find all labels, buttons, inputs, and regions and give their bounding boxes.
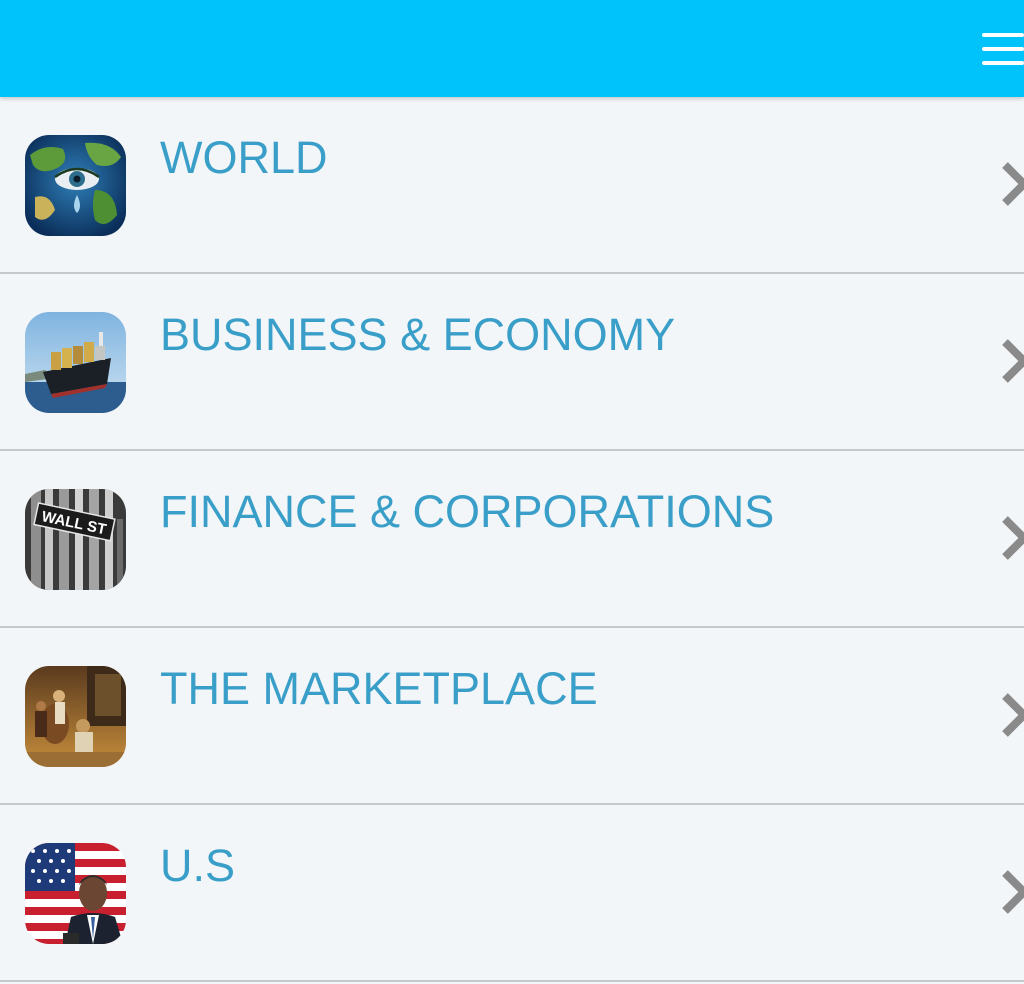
category-item-business-economy[interactable]: BUSINESS & ECONOMY (0, 274, 1024, 451)
us-flag-president-image (25, 843, 126, 944)
chevron-right-icon (1000, 161, 1024, 207)
app-header (0, 0, 1024, 97)
chevron-right-icon (1000, 338, 1024, 384)
category-label: WORLD (160, 132, 328, 183)
category-item-world[interactable]: WORLD (0, 97, 1024, 274)
chevron-right-icon (1000, 515, 1024, 561)
category-label: THE MARKETPLACE (160, 663, 598, 714)
chevron-right-icon (1000, 692, 1024, 738)
marketplace-painting-image (25, 666, 126, 767)
category-item-the-marketplace[interactable]: THE MARKETPLACE (0, 628, 1024, 805)
earth-eye-tear-image (25, 135, 126, 236)
category-item-us[interactable]: U.S (0, 805, 1024, 982)
hamburger-menu-icon[interactable] (982, 31, 1024, 67)
menu-line (982, 33, 1024, 37)
category-list: WORLD BUSINESS & ECONOMY WALL ST FINANCE… (0, 97, 1024, 982)
cargo-ship-image (25, 312, 126, 413)
category-label: FINANCE & CORPORATIONS (160, 486, 775, 537)
category-label: BUSINESS & ECONOMY (160, 309, 676, 360)
chevron-right-icon (1000, 869, 1024, 915)
category-item-finance-corporations[interactable]: WALL ST FINANCE & CORPORATIONS (0, 451, 1024, 628)
menu-line (982, 47, 1024, 51)
category-label: U.S (160, 840, 236, 891)
menu-line (982, 61, 1024, 65)
wall-street-sign-image: WALL ST (25, 489, 126, 590)
